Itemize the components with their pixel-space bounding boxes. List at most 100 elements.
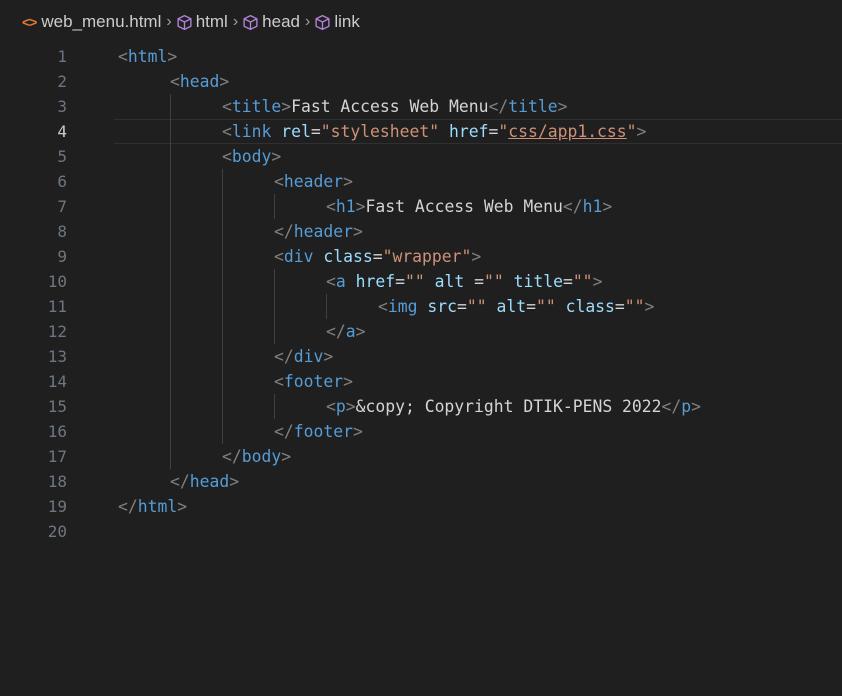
indent-guide <box>170 194 171 219</box>
code-token: < <box>274 247 284 266</box>
code-line[interactable]: 8 </header> <box>0 219 842 244</box>
code-line[interactable]: 7 <h1>Fast Access Web Menu</h1> <box>0 194 842 219</box>
indent-guide <box>222 244 223 269</box>
code-line[interactable]: 15 <p>&copy; Copyright DTIK-PENS 2022</p> <box>0 394 842 419</box>
code-token: = <box>488 122 499 141</box>
code-line[interactable]: 9 <div class="wrapper"> <box>0 244 842 269</box>
code-token: href <box>449 122 489 141</box>
indent-guide <box>222 294 223 319</box>
code-token: = <box>372 247 383 266</box>
code-token: = <box>614 297 625 316</box>
code-token: " <box>626 122 637 141</box>
code-line[interactable]: 14 <footer> <box>0 369 842 394</box>
code-line[interactable]: 11 <img src="" alt="" class=""> <box>0 294 842 319</box>
code-token: a <box>335 272 346 291</box>
code-token: header <box>283 172 344 191</box>
code-line[interactable]: 17 </body> <box>0 444 842 469</box>
breadcrumb-item-html[interactable]: html <box>176 12 228 32</box>
code-line[interactable]: 5 <body> <box>0 144 842 169</box>
code-text: <a href="" alt ="" title=""> <box>326 269 602 294</box>
code-token: img <box>387 297 418 316</box>
code-line[interactable]: 10 <a href="" alt ="" title=""> <box>0 269 842 294</box>
code-token: class <box>565 297 615 316</box>
code-line[interactable]: 1 <html> <box>0 44 842 69</box>
code-editor[interactable]: <> web_menu.html › html › head › link 1 <… <box>0 0 842 696</box>
code-token: > <box>343 372 353 391</box>
breadcrumb-item-label: link <box>334 12 360 31</box>
code-token: > <box>177 497 188 516</box>
chevron-right-icon: › <box>166 13 172 30</box>
indent-guide <box>170 169 171 194</box>
breadcrumb: <> web_menu.html › html › head › link <box>0 0 842 44</box>
code-token: href <box>355 272 396 291</box>
line-number-label: 9 <box>57 247 67 266</box>
chevron-right-icon: › <box>304 13 311 30</box>
code-token: "" <box>404 272 425 291</box>
line-number-label: 7 <box>57 197 67 216</box>
breadcrumb-item-link[interactable]: link <box>314 12 360 32</box>
code-line[interactable]: 2 <head> <box>0 69 842 94</box>
code-token: &copy; Copyright DTIK-PENS 2022 <box>355 397 662 416</box>
indent-guide <box>170 269 171 294</box>
code-token: p <box>335 397 346 416</box>
code-token: alt <box>434 272 465 291</box>
code-token: > <box>352 422 363 441</box>
code-token: > <box>691 397 702 416</box>
code-line[interactable]: 16 </footer> <box>0 419 842 444</box>
code-token: </ <box>222 447 242 466</box>
code-text: <img src="" alt="" class=""> <box>378 294 654 319</box>
code-line[interactable]: 4 <link rel="stylesheet" href="css/app1.c… <box>0 119 842 144</box>
code-line[interactable]: 3 <title>Fast Access Web Menu</title> <box>0 94 842 119</box>
code-line[interactable]: 13 </div> <box>0 344 842 369</box>
code-line[interactable]: 20 <box>0 519 842 544</box>
indent-guide <box>170 294 171 319</box>
line-number-label: 14 <box>47 372 67 391</box>
breadcrumb-file[interactable]: <> web_menu.html <box>22 12 161 32</box>
code-text: </header> <box>274 219 363 244</box>
code-token: < <box>326 272 336 291</box>
code-token: div <box>283 247 314 266</box>
code-text: <h1>Fast Access Web Menu</h1> <box>326 194 612 219</box>
code-token: < <box>222 122 232 141</box>
code-token: css/app1.css <box>508 122 627 141</box>
breadcrumb-file-label: web_menu.html <box>41 12 162 31</box>
code-line[interactable]: 6 <header> <box>0 169 842 194</box>
code-token: > <box>592 272 603 291</box>
code-text: <body> <box>222 144 281 169</box>
indent-guide <box>222 269 223 294</box>
indent-guide <box>170 219 171 244</box>
code-token: title <box>508 97 558 116</box>
code-token: > <box>557 97 568 116</box>
code-line[interactable]: 19 </html> <box>0 494 842 519</box>
indent-guide <box>326 294 327 319</box>
code-token: </ <box>170 472 190 491</box>
code-token: > <box>281 447 292 466</box>
code-token: < <box>222 147 232 166</box>
code-token: > <box>355 322 366 341</box>
line-number-label: 18 <box>47 472 67 491</box>
code-token: h1 <box>582 197 603 216</box>
code-token: </ <box>562 197 583 216</box>
breadcrumb-item-head[interactable]: head <box>242 12 300 32</box>
code-token: = <box>464 272 484 291</box>
line-number-label: 19 <box>47 497 67 516</box>
indent-guide <box>170 119 171 144</box>
code-text: </footer> <box>274 419 363 444</box>
chevron-right-icon: › <box>232 13 239 30</box>
code-line[interactable]: 18 </head> <box>0 469 842 494</box>
indent-guide <box>170 444 171 469</box>
code-token: alt <box>496 297 527 316</box>
code-token: > <box>345 397 356 416</box>
code-line[interactable]: 12 </a> <box>0 319 842 344</box>
indent-guide <box>170 319 171 344</box>
indent-guide <box>222 219 223 244</box>
code-token: </ <box>274 422 294 441</box>
code-token: html <box>127 47 168 66</box>
code-token: > <box>323 347 334 366</box>
